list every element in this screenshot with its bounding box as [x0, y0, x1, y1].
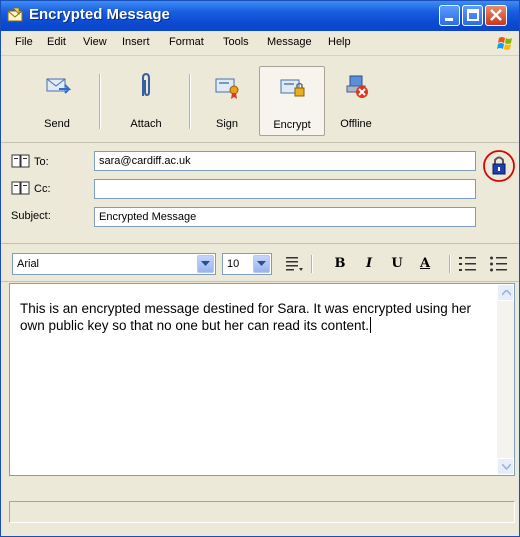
offline-icon — [346, 75, 368, 98]
encrypt-icon — [280, 79, 305, 97]
message-body-text[interactable]: This is an encrypted message destined fo… — [20, 300, 488, 334]
font-size-value: 10 — [227, 258, 240, 270]
offline-button[interactable]: Offline — [325, 66, 387, 136]
cc-field[interactable] — [94, 179, 476, 199]
scroll-down-button[interactable] — [497, 458, 514, 475]
chevron-down-icon — [502, 464, 511, 470]
toolbar: Send Attach Sign Encrypt Offline — [1, 56, 519, 143]
font-name-value: Arial — [17, 258, 40, 270]
window-title: Encrypted Message — [29, 6, 170, 23]
send-button[interactable]: Send — [29, 66, 85, 136]
send-label: Send — [44, 118, 70, 130]
menu-tools[interactable]: Tools — [223, 36, 249, 48]
close-icon — [490, 9, 502, 21]
chevron-up-icon — [502, 290, 511, 296]
menu-format[interactable]: Format — [169, 36, 204, 48]
to-field[interactable]: sara@cardiff.ac.uk — [94, 151, 476, 171]
paragraph-style-icon[interactable] — [284, 255, 304, 273]
font-size-select[interactable]: 10 — [222, 253, 272, 275]
minimize-button[interactable] — [439, 5, 460, 26]
format-separator — [311, 255, 313, 273]
envelope-app-icon — [7, 7, 23, 22]
subject-field[interactable]: Encrypted Message — [94, 207, 476, 227]
format-toolbar: Arial 10 B I U A — [1, 247, 519, 282]
title-bar[interactable]: Encrypted Message — [1, 1, 519, 31]
menu-insert[interactable]: Insert — [122, 36, 150, 48]
menu-edit[interactable]: Edit — [47, 36, 66, 48]
font-name-select[interactable]: Arial — [12, 253, 216, 275]
font-color-button[interactable]: A — [414, 254, 436, 274]
message-header: To: sara@cardiff.ac.uk Cc: Subject: Encr… — [1, 143, 519, 244]
sign-button[interactable]: Sign — [199, 66, 255, 136]
to-label: To: — [34, 156, 49, 168]
bold-button[interactable]: B — [331, 254, 349, 274]
status-panel — [9, 501, 515, 523]
to-label-group[interactable]: To: — [11, 154, 49, 168]
offline-label: Offline — [340, 118, 372, 130]
text-caret — [369, 317, 371, 333]
subject-label: Subject: — [11, 210, 51, 222]
encrypt-label: Encrypt — [273, 119, 311, 131]
maximize-button[interactable] — [462, 5, 483, 26]
toolbar-separator — [189, 74, 191, 129]
chevron-down-icon — [201, 261, 210, 266]
body-text-content: This is an encrypted message destined fo… — [20, 301, 471, 333]
attach-button[interactable]: Attach — [114, 66, 178, 136]
status-bar — [1, 483, 519, 536]
menu-bar: File Edit View Insert Format Tools Messa… — [1, 31, 519, 56]
maximize-icon — [467, 9, 479, 21]
menu-file[interactable]: File — [15, 36, 33, 48]
menu-help[interactable]: Help — [328, 36, 351, 48]
encryption-indicator-highlight[interactable] — [481, 146, 517, 182]
sign-label: Sign — [215, 118, 239, 130]
address-book-icon — [11, 181, 30, 195]
send-icon — [46, 78, 71, 94]
font-dropdown-button[interactable] — [197, 255, 214, 273]
chevron-down-icon — [257, 261, 266, 266]
underline-button[interactable]: U — [388, 254, 406, 274]
format-separator — [449, 255, 451, 273]
close-button[interactable] — [485, 5, 507, 26]
vertical-scrollbar[interactable] — [497, 284, 514, 475]
cc-label-group[interactable]: Cc: — [11, 181, 51, 195]
sign-certificate-icon — [215, 78, 239, 99]
minimize-icon — [445, 18, 453, 21]
menu-message[interactable]: Message — [267, 36, 312, 48]
paperclip-icon — [142, 72, 150, 97]
cc-label: Cc: — [34, 183, 51, 195]
address-book-icon — [11, 154, 30, 168]
bulleted-list-icon[interactable] — [489, 255, 509, 273]
italic-button[interactable]: I — [360, 254, 378, 274]
message-body[interactable]: This is an encrypted message destined fo… — [9, 283, 515, 476]
numbered-list-icon[interactable] — [458, 255, 478, 273]
encrypt-button[interactable]: Encrypt — [259, 66, 325, 136]
compose-window: Encrypted Message File Edit View Insert … — [0, 0, 520, 537]
lock-icon — [492, 156, 506, 175]
attach-label: Attach — [130, 118, 162, 130]
windows-flag-icon — [497, 37, 512, 50]
scroll-up-button[interactable] — [497, 284, 514, 301]
menu-view[interactable]: View — [83, 36, 107, 48]
size-dropdown-button[interactable] — [253, 255, 270, 273]
toolbar-separator — [99, 74, 101, 129]
